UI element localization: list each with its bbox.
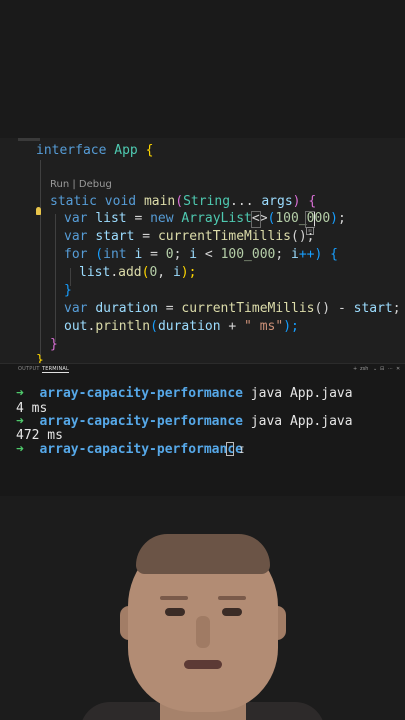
split-terminal-icon[interactable]: ⊟ xyxy=(380,366,384,372)
code-line-10: } xyxy=(50,337,58,352)
terminal-prompt-line: ➜ array-capacity-performance java App.ja… xyxy=(16,414,353,429)
presenter-eye xyxy=(165,608,185,616)
tab-output[interactable]: OUTPUT xyxy=(18,366,40,372)
close-icon[interactable]: ✕ xyxy=(396,366,400,372)
lightbulb-icon[interactable] xyxy=(36,207,41,215)
code-line-1: interface App { xyxy=(36,143,154,158)
presenter-nose xyxy=(196,616,210,648)
code-line-7: } xyxy=(64,283,72,298)
terminal-prompt-line: ➜ array-capacity-performance java App.ja… xyxy=(16,386,353,401)
run-debug-codelens[interactable]: Run | Debug xyxy=(50,179,112,190)
presenter-brow xyxy=(218,596,246,600)
video-top-area xyxy=(0,0,405,138)
text-cursor xyxy=(314,212,315,226)
code-line-2: static void main(String... args) { xyxy=(50,194,317,209)
code-line-3: var list = new ArrayList<>(100_000); xyxy=(64,211,346,226)
ibeam-cursor-icon: I xyxy=(239,446,245,456)
prompt-arrow-icon: ➜ xyxy=(16,386,24,401)
presenter-eye xyxy=(222,608,242,616)
code-line-9: out.println(duration + " ms"); xyxy=(64,319,299,334)
more-icon[interactable]: ⋯ xyxy=(388,366,393,372)
prompt-arrow-icon: ➜ xyxy=(16,414,24,429)
bracket-match-open xyxy=(251,211,261,228)
editor-tab-strip xyxy=(18,138,40,141)
chevron-down-icon[interactable]: ⌄ xyxy=(373,366,377,372)
presenter-mouth xyxy=(184,660,222,669)
code-line-8: var duration = currentTimeMillis() - sta… xyxy=(64,301,401,316)
terminal-panel[interactable]: ➜ array-capacity-performance java App.ja… xyxy=(0,376,405,496)
panel-tab-bar: OUTPUT TERMINAL + zsh ⌄ ⊟ ⋯ ✕ xyxy=(0,363,405,376)
new-terminal-icon[interactable]: + xyxy=(353,366,357,372)
indent-guide xyxy=(55,214,56,342)
code-line-4: var start = currentTimeMillis(); xyxy=(64,229,315,244)
code-editor[interactable]: interface App { Run | Debug static void … xyxy=(0,138,405,368)
prompt-arrow-icon: ➜ xyxy=(16,442,24,457)
code-line-6: list.add(0, i); xyxy=(79,265,197,280)
terminal-cursor xyxy=(226,442,234,456)
terminal-prompt-line: ➜ array-capacity-performance xyxy=(16,442,243,457)
shell-label[interactable]: zsh xyxy=(360,366,368,372)
tab-terminal[interactable]: TERMINAL xyxy=(42,366,70,373)
presenter-brow xyxy=(160,596,188,600)
presenter-video xyxy=(0,496,405,720)
indent-guide xyxy=(40,160,41,356)
code-line-5: for (int i = 0; i < 100_000; i++) { xyxy=(64,247,338,262)
presenter-hair xyxy=(136,534,270,574)
